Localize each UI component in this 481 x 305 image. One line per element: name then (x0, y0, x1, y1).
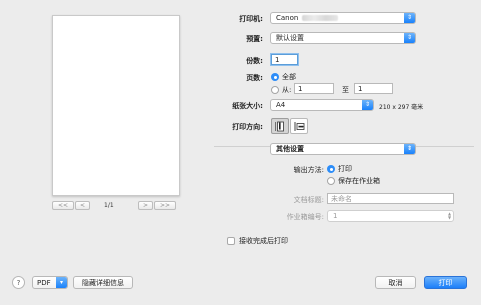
output-save-radio[interactable] (327, 177, 335, 185)
pages-label: 页数: (246, 74, 263, 82)
help-button[interactable]: ? (12, 276, 25, 289)
output-method-label: 输出方法: (293, 166, 324, 174)
stepper-icon: ▲ ▼ (447, 211, 452, 220)
doc-title-label: 文档标题: (293, 196, 324, 204)
output-print-radio[interactable] (327, 165, 335, 173)
copies-input[interactable]: 1 (271, 54, 298, 65)
paper-size-select[interactable]: A4 ⇕ (270, 99, 374, 111)
help-icon: ? (16, 278, 21, 287)
paper-dimensions: 210 x 297 毫米 (379, 104, 424, 111)
print-on-complete-option[interactable]: 接收完成后打印 (227, 236, 288, 246)
print-on-complete-label: 接收完成后打印 (239, 237, 288, 245)
pages-all-radio[interactable] (271, 73, 279, 81)
first-page-icon: << (57, 202, 69, 209)
printer-model-redacted (302, 15, 339, 21)
page-indicator: 1/1 (104, 202, 114, 209)
landscape-icon (294, 121, 305, 131)
preset-label: 预置: (246, 35, 263, 43)
pages-range-radio[interactable] (271, 86, 279, 94)
portrait-icon (275, 121, 284, 131)
output-print-option[interactable]: 打印 (327, 164, 352, 174)
print-on-complete-checkbox[interactable] (227, 237, 235, 245)
preset-value: 默认设置 (276, 34, 304, 42)
output-print-label: 打印 (338, 165, 352, 173)
job-box-value: 1 (333, 212, 338, 220)
print-preview-page (52, 15, 180, 196)
last-page-button[interactable]: >> (154, 201, 176, 210)
job-box-label: 作业箱编号: (286, 213, 324, 221)
printer-label: 打印机: (239, 15, 263, 23)
hide-details-button[interactable]: 隐藏详细信息 (73, 276, 133, 289)
first-page-button[interactable]: << (52, 201, 74, 210)
paper-size-value: A4 (276, 101, 286, 109)
pages-all-label: 全部 (282, 73, 296, 81)
chevron-updown-icon: ⇕ (362, 100, 373, 110)
pages-to-label: 至 (342, 86, 349, 94)
last-page-icon: >> (159, 202, 171, 209)
preset-select[interactable]: 默认设置 ⇕ (270, 32, 416, 44)
print-button[interactable]: 打印 (424, 276, 467, 289)
cancel-button[interactable]: 取消 (375, 276, 416, 289)
orientation-portrait-button[interactable] (271, 118, 289, 134)
paper-size-label: 纸张大小: (232, 102, 263, 110)
next-page-button[interactable]: > (138, 201, 153, 210)
output-save-label: 保存在作业箱 (338, 177, 380, 185)
chevron-updown-icon: ⇕ (404, 144, 415, 154)
printer-name: Canon (276, 14, 299, 22)
chevron-down-icon: ▾ (56, 277, 67, 288)
job-box-select[interactable]: 1 ▲ ▼ (327, 210, 454, 222)
pdf-menu-button[interactable]: PDF ▾ (32, 276, 68, 289)
orientation-landscape-button[interactable] (290, 118, 308, 134)
previous-page-icon: < (79, 202, 86, 209)
copies-label: 份数: (246, 57, 263, 65)
pages-range-option[interactable]: 从: (271, 85, 291, 95)
section-menu-select[interactable]: 其他设置 ⇕ (270, 143, 416, 155)
previous-page-button[interactable]: < (75, 201, 90, 210)
pdf-label: PDF (37, 278, 51, 287)
chevron-updown-icon: ⇕ (404, 13, 415, 23)
pages-all-option[interactable]: 全部 (271, 72, 296, 82)
doc-title-input[interactable]: 未命名 (327, 193, 454, 204)
next-page-icon: > (142, 202, 149, 209)
orientation-label: 打印方向: (232, 123, 263, 131)
pages-from-label: 从: (282, 86, 292, 94)
printer-select[interactable]: Canon ⇕ (270, 12, 416, 24)
section-menu-value: 其他设置 (276, 145, 304, 153)
pages-from-input[interactable]: 1 (294, 83, 334, 94)
chevron-updown-icon: ⇕ (404, 33, 415, 43)
pages-to-input[interactable]: 1 (354, 83, 393, 94)
output-save-option[interactable]: 保存在作业箱 (327, 176, 380, 186)
